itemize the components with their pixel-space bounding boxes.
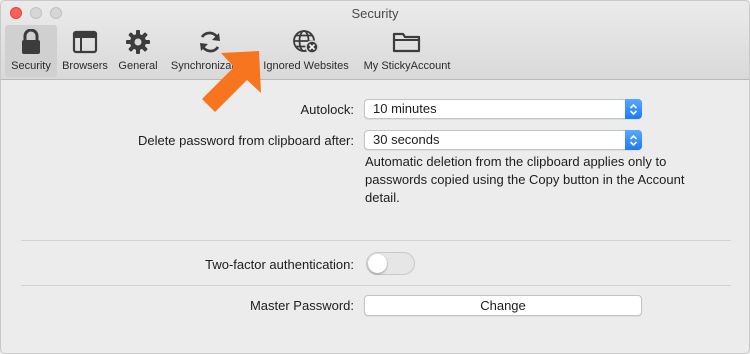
clipboard-value: 30 seconds	[373, 132, 440, 147]
change-master-password-button[interactable]: Change	[364, 295, 642, 316]
clipboard-label: Delete password from clipboard after:	[137, 133, 354, 148]
two-factor-label: Two-factor authentication:	[205, 257, 354, 272]
tab-security[interactable]: Security	[5, 25, 57, 77]
tab-label: Browsers	[62, 60, 108, 72]
tab-label: My StickyAccount	[363, 60, 451, 72]
preferences-window: Security Security Browsers General Synch…	[0, 0, 750, 354]
tab-general[interactable]: General	[113, 25, 163, 77]
tab-label: General	[118, 60, 158, 72]
orange-arrow-icon	[202, 51, 261, 112]
window-title: Security	[351, 6, 399, 21]
clipboard-select[interactable]: 30 seconds	[364, 130, 642, 150]
browser-window-icon	[70, 27, 100, 57]
clipboard-note: Automatic deletion from the clipboard ap…	[365, 154, 685, 205]
autolock-label: Autolock:	[300, 102, 354, 117]
divider	[21, 240, 731, 241]
tab-browsers[interactable]: Browsers	[59, 25, 111, 77]
autolock-select[interactable]: 10 minutes	[364, 99, 642, 119]
tab-my-stickyaccount[interactable]: My StickyAccount	[357, 25, 457, 77]
gear-icon	[123, 27, 153, 57]
globe-blocked-icon	[291, 27, 321, 57]
chevron-updown-icon	[625, 99, 642, 119]
toggle-knob	[368, 254, 387, 273]
divider	[21, 285, 731, 286]
folder-icon	[392, 27, 422, 57]
master-password-label: Master Password:	[249, 298, 354, 313]
autolock-value: 10 minutes	[373, 101, 437, 116]
titlebar: Security Security Browsers General Synch…	[1, 1, 749, 80]
tab-label: Security	[11, 60, 51, 72]
chevron-updown-icon	[625, 130, 642, 150]
two-factor-toggle[interactable]	[366, 252, 415, 275]
lock-icon	[16, 27, 46, 57]
